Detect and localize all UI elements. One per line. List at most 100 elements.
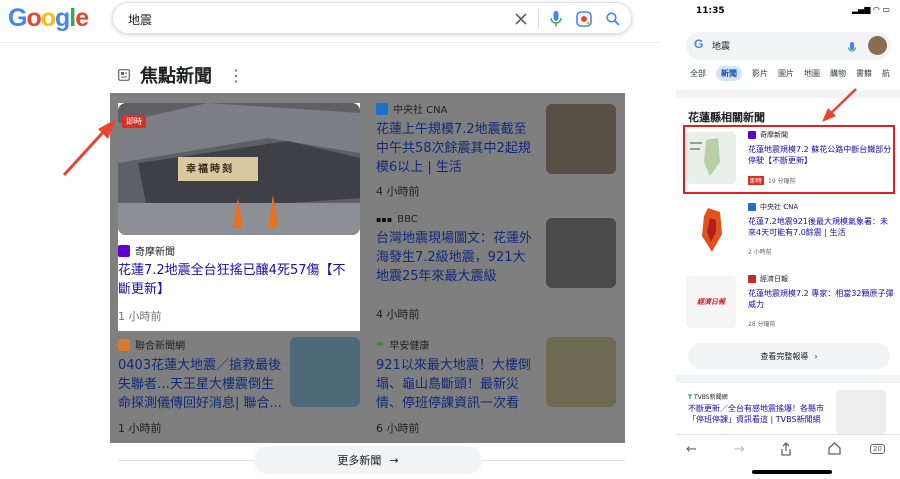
mobile-news-source-name: 中央社 CNA (760, 203, 799, 211)
mobile-tab[interactable]: 影片 (752, 68, 768, 81)
mobile-news-item[interactable]: 經濟日報 經濟日報 花蓮地震規模7.2 專家：相當32顆原子彈威力 28 分鐘前 (686, 272, 894, 334)
mobile-news-thumbnail (686, 204, 736, 256)
cna-logo-icon (748, 203, 756, 211)
section-spacer (676, 90, 900, 98)
see-full-coverage-button[interactable]: 查看完整報導 › (688, 343, 890, 369)
live-badge: 即時 (122, 115, 146, 128)
top-stories-header: 焦點新聞 ⋮ (118, 62, 244, 88)
status-time: 11:35 (696, 6, 725, 16)
screenshot-root: Google 地震 焦點新聞 ⋮ 幸福時刻 即時 奇摩新聞 花蓮7.2地震全台狂… (0, 0, 900, 479)
mobile-news-time: 28 分鐘前 (748, 321, 776, 328)
mobile-tab[interactable]: 全部 (690, 68, 706, 81)
section-title: 焦點新聞 (140, 66, 212, 87)
news-title[interactable]: 花蓮上午規模7.2地震截至中午共58次餘震其中2起規模6以上 | 生活 (376, 120, 536, 177)
news-source-name: 聯合新聞網 (135, 341, 185, 352)
logo-letter: e (75, 4, 89, 32)
mobile-tab[interactable]: 地圖 (804, 68, 820, 81)
mobile-search-bar[interactable]: G 地震 (686, 32, 891, 60)
cna-logo-icon (376, 102, 388, 115)
arrow-right-icon: → (389, 453, 399, 467)
news-time: 1 小時前 (118, 422, 162, 435)
news-card[interactable]: 聯合新聞網 0403花蓮大地震／搶救最後失聯者…天王星大樓震倒生命探測儀傳回好消… (118, 337, 362, 437)
avatar[interactable] (868, 36, 887, 55)
mobile-news-time: 2 小時前 (748, 249, 772, 256)
news-card[interactable]: ❧ 早安健康 921以來最大地震！大樓倒塌、龜山島斷頭！最新災情、停班停課資訊一… (376, 337, 616, 437)
logo-letter: g (55, 4, 70, 32)
search-divider (538, 9, 539, 29)
mobile-tab[interactable]: 新聞 (716, 66, 742, 81)
mobile-section-title: 花蓮縣相關新聞 (688, 111, 765, 124)
status-icons: ▂▄▆ ◠ ▭ (851, 5, 890, 14)
featured-news-image: 幸福時刻 即時 (118, 103, 360, 235)
news-title[interactable]: 0403花蓮大地震／搶救最後失聯者…天王星大樓震倒生命探測儀傳回好消息| 聯合.… (118, 356, 284, 413)
mobile-screen: 11:35 ▂▄▆ ◠ ▭ G 地震 全部 新聞 影片 圖片 地圖 購物 書籍航 花蓮縣相關… (676, 0, 900, 479)
home-indicator (752, 470, 832, 474)
news-source-name: BBC (397, 214, 418, 225)
mobile-news-title[interactable]: 不斷更新／全台有感地震搖爆！各縣市「停班停課」資訊看這 | TVBS新聞網 (688, 403, 836, 435)
forward-icon[interactable]: → (734, 442, 745, 457)
home-icon[interactable] (828, 442, 841, 459)
section-spacer (676, 375, 900, 383)
logo-letter: G (8, 4, 27, 32)
header-divider (0, 42, 660, 43)
more-news-button[interactable]: 更多新聞 → (254, 446, 482, 474)
news-card[interactable]: ▪▪▪ BBC 台灣地震現場圖文：花蓮外海發生7.2級地震，921大地震25年來… (376, 214, 616, 321)
featured-source: 奇摩新聞 (118, 243, 175, 258)
edn-logo-icon (748, 275, 756, 283)
news-title[interactable]: 921以來最大地震！大樓倒塌、龜山島斷頭！最新災情、停班停課資訊一次看 (376, 356, 538, 413)
featured-source-name: 奇摩新聞 (135, 247, 175, 258)
yahoo-logo-icon (118, 244, 130, 257)
news-title[interactable]: 台灣地震現場圖文：花蓮外海發生7.2級地震，921大地震25年來最大震級 (376, 229, 536, 286)
see-full-coverage-label: 查看完整報導 (760, 351, 809, 361)
search-icon[interactable] (603, 9, 623, 29)
mobile-news-thumbnail: 經濟日報 (686, 276, 736, 328)
mobile-news-source: 中央社 CNA (748, 202, 798, 212)
share-icon[interactable] (780, 442, 792, 460)
tvbs-logo-icon: T (688, 394, 693, 401)
news-source-name: 中央社 CNA (393, 105, 448, 116)
bbc-logo-icon: ▪▪▪ (376, 215, 393, 224)
mobile-tab[interactable]: 圖片 (778, 68, 794, 81)
news-source-name: 早安健康 (389, 341, 430, 352)
more-news-label: 更多新聞 (337, 454, 382, 467)
mobile-news-title[interactable]: 花蓮地震規模7.2 專家：相當32顆原子彈威力 (748, 288, 894, 310)
mobile-search-query[interactable]: 地震 (712, 39, 730, 52)
mobile-news-title[interactable]: 花蓮7.2地震921後最大規模氣象署：未來4天可能有7.0餘震 | 生活 (748, 216, 894, 238)
newspaper-icon (118, 69, 130, 81)
featured-time: 1 小時前 (118, 310, 162, 323)
back-icon[interactable]: ← (686, 442, 697, 457)
mobile-news-source: T TVBS新聞網 (688, 392, 728, 401)
mobile-tab[interactable]: 航 (882, 68, 890, 81)
featured-title[interactable]: 花蓮7.2地震全台狂搖已釀4死57傷【不斷更新】 (118, 261, 354, 299)
news-time: 4 小時前 (376, 185, 420, 198)
news-thumbnail (546, 218, 616, 288)
mobile-tab[interactable]: 購物 (830, 68, 846, 81)
search-query[interactable]: 地震 (128, 11, 152, 28)
shop-sign-text: 幸福時刻 (186, 164, 234, 175)
lens-icon[interactable] (574, 9, 594, 29)
news-thumbnail (546, 337, 616, 407)
news-card[interactable]: 中央社 CNA 花蓮上午規模7.2地震截至中午共58次餘震其中2起規模6以上 |… (376, 101, 616, 201)
search-bar[interactable]: 地震 (112, 2, 632, 34)
logo-letter: o (40, 4, 56, 32)
mobile-news-item[interactable]: 中央社 CNA 花蓮7.2地震921後最大規模氣象署：未來4天可能有7.0餘震 … (686, 200, 892, 262)
google-logo[interactable]: Google (8, 4, 89, 33)
microphone-icon[interactable] (546, 9, 566, 29)
leaf-logo-icon: ❧ (376, 339, 385, 350)
tabs-count-icon[interactable]: 20 (870, 444, 885, 454)
mobile-microphone-icon[interactable] (848, 39, 856, 58)
featured-news-card[interactable]: 幸福時刻 即時 奇摩新聞 花蓮7.2地震全台狂搖已釀4死57傷【不斷更新】 1 … (118, 103, 360, 331)
annotation-arrow-left (62, 119, 116, 177)
logo-letter: o (26, 4, 41, 32)
news-thumbnail (290, 337, 360, 407)
google-g-icon: G (694, 37, 704, 51)
chevron-right-icon: › (814, 351, 818, 361)
clear-icon[interactable] (511, 9, 531, 29)
annotation-arrow-right (822, 88, 857, 122)
more-options-icon[interactable]: ⋮ (228, 66, 244, 85)
mobile-search-tabs: 全部 新聞 影片 圖片 地圖 購物 書籍航 (690, 66, 890, 81)
mobile-tab[interactable]: 書籍 (856, 68, 872, 81)
mobile-news-source-name: 經濟日報 (760, 275, 788, 283)
highlight-box (683, 125, 895, 194)
mobile-news-source-name: TVBS新聞網 (694, 394, 728, 401)
